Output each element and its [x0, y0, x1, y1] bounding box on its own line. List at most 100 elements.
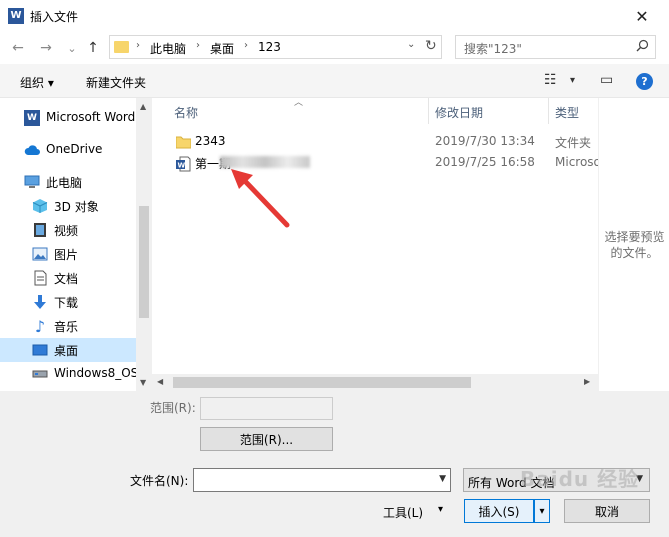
video-icon — [32, 222, 48, 238]
scroll-right-icon[interactable]: ▶ — [584, 377, 590, 386]
address-dropdown-icon[interactable]: ⌄ — [407, 39, 415, 50]
insert-dropdown-icon[interactable]: ▾ — [534, 499, 550, 523]
window-title: 插入文件 — [30, 10, 79, 24]
word-app-icon: W — [8, 8, 24, 24]
up-button[interactable]: ↑ — [85, 40, 101, 56]
range-button[interactable]: 范围(R)... — [200, 427, 333, 451]
scroll-up-icon[interactable]: ▲ — [140, 102, 146, 111]
sidebar-item-documents[interactable]: 文档 — [0, 266, 136, 290]
sidebar-item-desktop[interactable]: 桌面 — [0, 338, 136, 362]
folder-icon — [175, 135, 192, 149]
tools-button[interactable]: 工具(L) — [383, 504, 423, 521]
column-divider — [548, 98, 549, 124]
horizontal-scrollbar[interactable]: ◀ ▶ — [152, 374, 598, 391]
sidebar-item-label: 3D 对象 — [54, 200, 99, 214]
range-label: 范围(R): — [150, 401, 196, 415]
sidebar-item-this-pc[interactable]: 此电脑 — [0, 170, 136, 194]
preview-pane: 选择要预览 的文件。 — [598, 98, 669, 391]
preview-message: 选择要预览 的文件。 — [599, 229, 669, 261]
tools-dropdown-icon[interactable]: ▾ — [438, 504, 443, 515]
close-button[interactable]: ✕ — [615, 0, 669, 32]
sidebar-item-videos[interactable]: 视频 — [0, 218, 136, 242]
scroll-down-icon[interactable]: ▼ — [140, 378, 146, 387]
file-date: 2019/7/30 13:34 — [435, 134, 535, 148]
svg-text:W: W — [178, 162, 186, 170]
new-folder-button[interactable]: 新建文件夹 — [86, 74, 146, 91]
refresh-icon[interactable]: ↻ — [425, 38, 437, 54]
recent-locations-button[interactable]: ⌄ — [64, 40, 80, 56]
sidebar-item-label: 图片 — [54, 248, 79, 262]
sidebar-item-downloads[interactable]: 下载 — [0, 290, 136, 314]
desktop-icon — [32, 342, 48, 358]
dialog-footer: 范围(R): 范围(R)... 文件名(N): ▼ 所有 Word 文档 ▼ B… — [0, 391, 669, 537]
search-placeholder: 搜索"123" — [464, 42, 522, 56]
sidebar-item-label: 下载 — [54, 296, 79, 310]
folder-icon — [114, 41, 129, 53]
breadcrumb-123[interactable]: 123 — [258, 40, 281, 54]
file-name: 2343 — [195, 134, 226, 148]
forward-button[interactable]: → — [38, 40, 54, 56]
column-header-date[interactable]: 修改日期 — [435, 98, 545, 124]
scroll-left-icon[interactable]: ◀ — [157, 377, 163, 386]
music-icon: ♪ — [34, 316, 46, 336]
sidebar-item-label: 此电脑 — [46, 176, 83, 190]
word-doc-icon: W — [176, 156, 191, 172]
breadcrumb-desktop[interactable]: 桌面 — [210, 40, 234, 57]
cancel-button[interactable]: 取消 — [564, 499, 650, 523]
preview-message-line: 的文件。 — [610, 246, 659, 260]
column-header-type[interactable]: 类型 — [555, 98, 598, 124]
chevron-down-icon[interactable]: ▼ — [439, 474, 446, 484]
sidebar-item-windows8-os[interactable]: Windows8_OS — [0, 362, 136, 386]
breadcrumb-this-pc[interactable]: 此电脑 — [150, 40, 186, 57]
insert-button[interactable]: 插入(S) — [464, 499, 534, 523]
filename-input[interactable]: ▼ — [193, 468, 451, 492]
file-date: 2019/7/25 16:58 — [435, 155, 535, 169]
document-icon — [32, 270, 48, 286]
organize-button[interactable]: 组织 ▾ — [20, 74, 54, 91]
scrollbar-thumb[interactable] — [139, 206, 149, 318]
sidebar-item-label: Microsoft Word — [46, 110, 136, 124]
sidebar-item-label: Windows8_OS — [54, 366, 136, 380]
file-row[interactable]: 2343 2019/7/30 13:34 文件夹 — [168, 131, 598, 153]
help-icon[interactable]: ? — [636, 73, 653, 90]
breadcrumb-separator: › — [196, 40, 200, 51]
sidebar-item-microsoft-word[interactable]: W Microsoft Word — [0, 106, 136, 130]
command-toolbar: 组织 ▾ 新建文件夹 ☷ ▾ ▭ ? — [0, 64, 669, 98]
file-list: ︿ 名称 修改日期 类型 2343 2019/7/30 13:34 文件夹 W … — [152, 98, 598, 391]
title-bar: W 插入文件 ✕ — [0, 0, 669, 32]
cube-icon — [32, 198, 48, 214]
view-options-icon[interactable]: ☷ — [544, 72, 557, 88]
download-icon — [32, 294, 48, 310]
breadcrumb-separator: › — [136, 40, 140, 51]
sidebar-scrollbar[interactable]: ▲ ▼ — [136, 98, 152, 391]
sidebar-item-label: 文档 — [54, 272, 79, 286]
column-divider — [428, 98, 429, 124]
search-icon — [636, 39, 649, 56]
sidebar-item-3d-objects[interactable]: 3D 对象 — [0, 194, 136, 218]
sidebar-item-music[interactable]: ♪ 音乐 — [0, 314, 136, 338]
cloud-icon — [24, 142, 40, 158]
file-type: Microsoft Word — [555, 155, 598, 169]
preview-message-line: 选择要预览 — [604, 230, 665, 244]
column-header-name[interactable]: 名称 — [174, 98, 428, 124]
file-type: 文件夹 — [555, 136, 592, 150]
sidebar-item-label: 桌面 — [54, 344, 79, 358]
filename-label: 文件名(N): — [130, 474, 189, 488]
scrollbar-thumb[interactable] — [173, 377, 471, 388]
sidebar-item-pictures[interactable]: 图片 — [0, 242, 136, 266]
search-input[interactable]: 搜索"123" — [455, 35, 656, 59]
back-button[interactable]: ← — [10, 40, 26, 56]
sidebar-item-label: 音乐 — [54, 320, 79, 334]
navigation-pane: W Microsoft Word OneDrive 此电脑 3D 对象 视频 图… — [0, 98, 152, 391]
baidu-watermark: Baidu 经验 — [520, 467, 640, 491]
view-dropdown-icon[interactable]: ▾ — [570, 75, 575, 86]
address-bar[interactable]: › 此电脑 › 桌面 › 123 ⌄ ↻ — [109, 35, 442, 59]
sidebar-item-label: OneDrive — [46, 142, 103, 156]
annotation-arrow — [231, 169, 290, 228]
computer-icon — [24, 174, 40, 190]
sidebar-item-onedrive[interactable]: OneDrive — [0, 138, 136, 162]
picture-icon — [32, 246, 48, 262]
preview-pane-icon[interactable]: ▭ — [600, 72, 613, 88]
range-field — [200, 397, 333, 420]
drive-icon — [32, 366, 48, 382]
